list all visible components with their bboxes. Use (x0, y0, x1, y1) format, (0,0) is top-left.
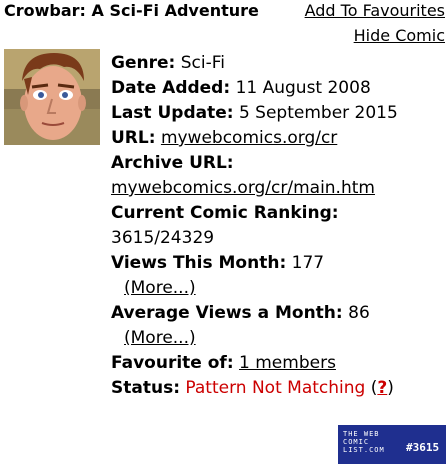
last-update-label: Last Update: (111, 103, 234, 123)
date-added-label: Date Added: (111, 78, 231, 98)
badge-line-1: THE WEB (343, 430, 380, 438)
url-label: URL: (111, 128, 156, 148)
favourite-label: Favourite of: (111, 353, 234, 373)
status-value: Pattern Not Matching (185, 378, 366, 398)
favourite-row: Favourite of: 1 members (111, 351, 445, 376)
ranking-row: 3615/24329 (111, 226, 445, 251)
last-update-value: 5 September 2015 (238, 103, 398, 123)
status-row: Status: Pattern Not Matching (?) (111, 376, 445, 401)
archive-url-label: Archive URL: (111, 153, 234, 173)
genre-label: Genre: (111, 53, 176, 73)
comic-avatar-image (4, 49, 100, 145)
comic-title: Crowbar: A Sci-Fi Adventure (4, 1, 259, 20)
status-help-close-paren: ) (387, 378, 394, 398)
avg-views-value: 86 (348, 303, 370, 323)
url-link[interactable]: mywebcomics.org/cr (161, 128, 337, 148)
views-month-label: Views This Month: (111, 253, 287, 273)
avg-views-row: Average Views a Month: 86 (111, 301, 445, 326)
date-added-row: Date Added: 11 August 2008 (111, 76, 445, 101)
badge-logo-text: THE WEB COMIC LIST.COM (343, 430, 385, 454)
archive-url-row: mywebcomics.org/cr/main.htm (111, 176, 445, 201)
ranking-value: 3615/24329 (111, 228, 215, 248)
comic-details: Genre: Sci-Fi Date Added: 11 August 2008… (111, 51, 445, 401)
views-month-more-link[interactable]: (More...) (124, 278, 196, 298)
views-month-more-row: (More...) (111, 276, 445, 301)
views-month-row: Views This Month: 177 (111, 251, 445, 276)
badge-line-2: COMIC (343, 438, 370, 446)
genre-value: Sci-Fi (180, 53, 225, 73)
archive-url-label-row: Archive URL: (111, 151, 445, 176)
hide-comic-link[interactable]: Hide Comic (354, 26, 445, 45)
url-row: URL: mywebcomics.org/cr (111, 126, 445, 151)
badge-line-3: LIST.COM (343, 446, 385, 454)
ranking-label: Current Comic Ranking: (111, 203, 339, 223)
genre-row: Genre: Sci-Fi (111, 51, 445, 76)
archive-url-link[interactable]: mywebcomics.org/cr/main.htm (111, 178, 375, 198)
add-to-favourites-link[interactable]: Add To Favourites (305, 1, 445, 20)
views-month-value: 177 (291, 253, 325, 273)
question-mark-icon[interactable]: ? (377, 378, 387, 398)
badge-rank: #3615 (406, 441, 440, 454)
favourite-members-link[interactable]: 1 members (239, 353, 336, 373)
avg-views-more-link[interactable]: (More...) (124, 328, 196, 348)
avg-views-more-row: (More...) (111, 326, 445, 351)
status-label: Status: (111, 378, 180, 398)
avg-views-label: Average Views a Month: (111, 303, 343, 323)
last-update-row: Last Update: 5 September 2015 (111, 101, 445, 126)
date-added-value: 11 August 2008 (235, 78, 371, 98)
ranking-label-row: Current Comic Ranking: (111, 201, 445, 226)
webcomic-list-badge[interactable]: THE WEB COMIC LIST.COM #3615 (338, 425, 446, 464)
